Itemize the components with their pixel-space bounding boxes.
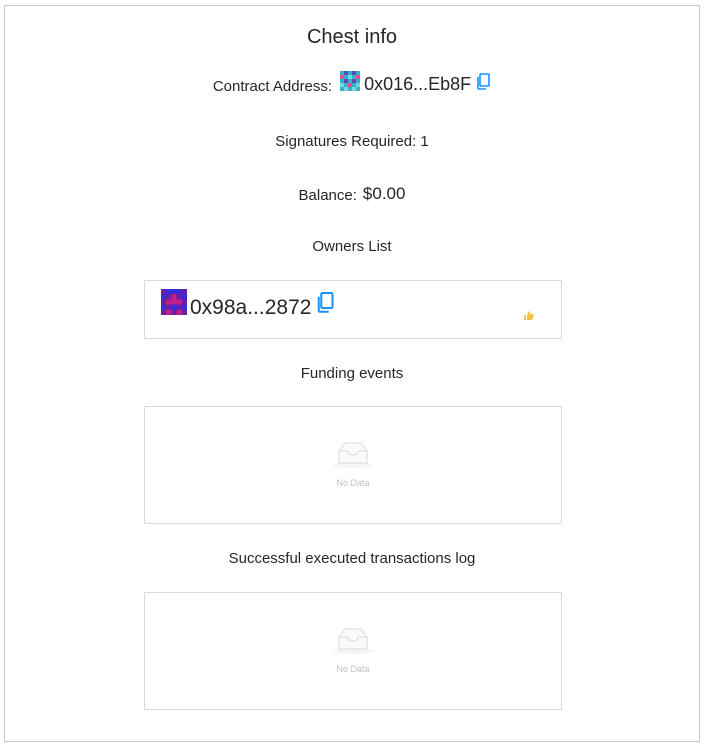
balance-row: Balance: $0.00 — [5, 184, 699, 204]
contract-address-row: Contract Address: 0x016...Eb8F — [5, 71, 699, 95]
owner-address: 0x98a...2872 — [190, 296, 312, 319]
contract-identicon — [340, 71, 361, 95]
transactions-log-list: No Data — [144, 592, 562, 710]
funding-events-title: Funding events — [300, 365, 404, 382]
balance-label: Balance: — [298, 187, 357, 204]
transactions-log-title: Successful executed transactions log — [228, 550, 476, 567]
owner-identicon — [161, 289, 187, 320]
empty-state: No Data — [145, 625, 561, 674]
copy-icon[interactable] — [315, 291, 335, 320]
owners-list-title: Owners List — [312, 238, 392, 255]
contract-address-label: Contract Address: — [212, 78, 333, 95]
signatures-required: Signatures Required: 1 — [275, 133, 429, 150]
chest-info-card: Chest info Contract Address: 0x016...Eb8… — [4, 5, 700, 742]
empty-state: No Data — [145, 439, 561, 488]
empty-text: No Data — [336, 478, 370, 488]
funding-events-list: No Data — [144, 406, 562, 524]
balance-value: $0.00 — [362, 184, 406, 203]
list-item: 0x98a...2872 — [161, 289, 335, 320]
owners-list: 0x98a...2872 — [144, 280, 562, 339]
copy-icon[interactable] — [475, 73, 491, 95]
contract-address-value: 0x016...Eb8F — [364, 74, 472, 94]
empty-inbox-icon — [333, 628, 373, 654]
thumbs-up-icon[interactable] — [524, 307, 534, 325]
page-title: Chest info — [306, 26, 398, 48]
empty-text: No Data — [336, 664, 370, 674]
empty-inbox-icon — [333, 442, 373, 468]
